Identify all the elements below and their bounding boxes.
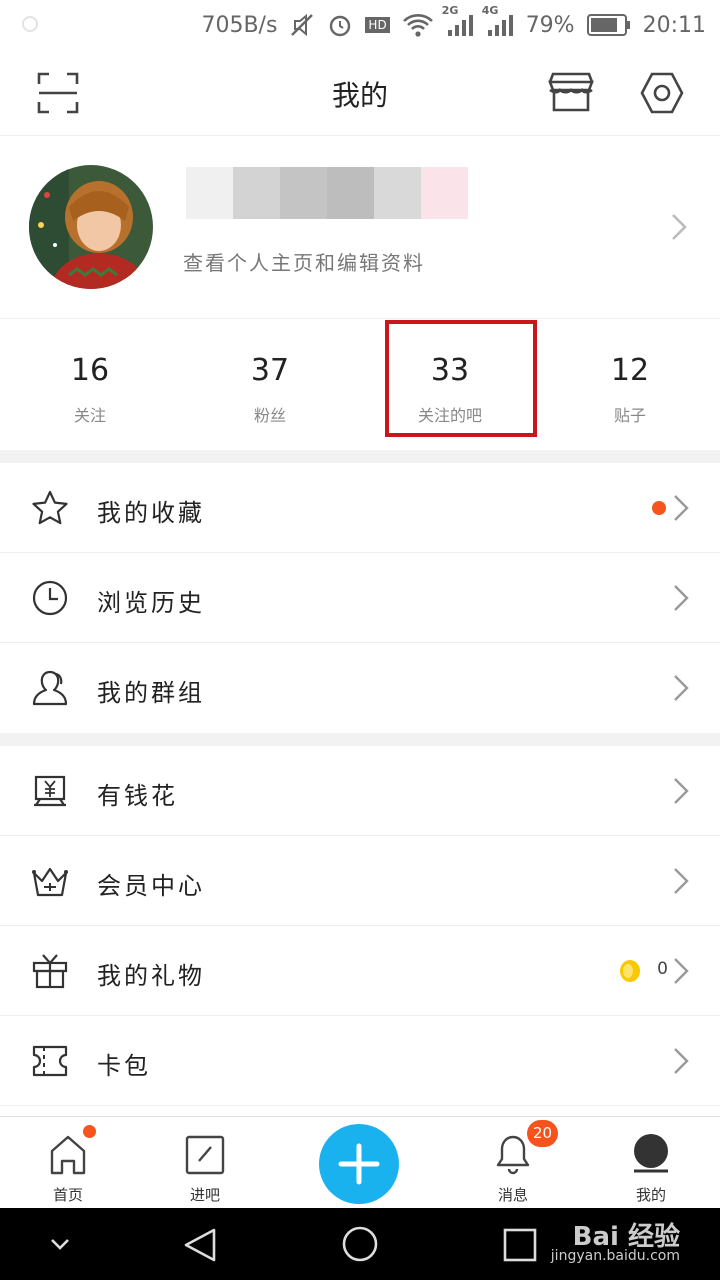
chevron-right-icon <box>670 583 692 613</box>
hd-icon: HD <box>365 17 390 33</box>
star-icon <box>30 488 70 528</box>
person-icon <box>30 668 70 708</box>
back-icon[interactable] <box>180 1226 220 1264</box>
stat-follows[interactable]: 16 关注 <box>0 319 180 450</box>
section-divider <box>0 733 720 746</box>
chevron-right-icon <box>670 956 692 986</box>
stat-label: 关注 <box>73 406 106 425</box>
tab-mine[interactable]: 我的 <box>591 1117 711 1209</box>
tab-home[interactable]: 首页 <box>8 1117 128 1209</box>
menu-item-card-wallet[interactable]: 卡包 <box>0 1016 720 1106</box>
app-header: 我的 <box>0 50 720 136</box>
battery-percent: 79% <box>525 12 575 38</box>
highlight-box <box>385 320 537 437</box>
wifi-icon <box>402 12 434 38</box>
settings-icon[interactable] <box>637 68 687 118</box>
clock-time: 20:11 <box>642 12 706 38</box>
stat-posts[interactable]: 12 贴子 <box>540 319 720 450</box>
gift-icon <box>30 951 70 991</box>
recents-icon[interactable] <box>502 1227 538 1263</box>
chevron-right-icon <box>670 673 692 703</box>
menu-label: 我的礼物 <box>97 962 205 990</box>
section-divider <box>0 450 720 463</box>
status-bar: 705B/s HD 2G 4G 79% 20:11 <box>0 0 720 50</box>
menu-label: 卡包 <box>97 1052 151 1080</box>
home-nav-icon[interactable] <box>340 1224 380 1264</box>
ticket-icon <box>30 1041 70 1081</box>
signal-2g-icon: 2G <box>442 4 474 38</box>
avatar[interactable] <box>29 165 153 289</box>
chevron-right-icon <box>668 212 690 242</box>
stats-row: 16 关注 37 粉丝 33 关注的吧 12 贴子 <box>0 318 720 450</box>
chevron-right-icon <box>670 1046 692 1076</box>
tab-enter-bar[interactable]: 进吧 <box>145 1117 265 1209</box>
stat-fans[interactable]: 37 粉丝 <box>180 319 360 450</box>
profile-edit-hint: 查看个人主页和编辑资料 <box>183 251 425 275</box>
mute-icon <box>289 12 315 38</box>
crown-icon <box>30 861 70 901</box>
battery-icon <box>586 13 631 37</box>
tab-label: 消息 <box>497 1186 528 1204</box>
tab-label: 进吧 <box>189 1186 220 1204</box>
coin-icon <box>618 959 642 983</box>
tab-label: 首页 <box>52 1186 83 1204</box>
system-nav-bar: Bai 经验 jingyan.baidu.com <box>0 1208 720 1280</box>
stat-count: 16 <box>70 353 110 388</box>
menu-item-groups[interactable]: 我的群组 <box>0 643 720 733</box>
chevron-right-icon <box>670 776 692 806</box>
page-title: 我的 <box>331 79 388 112</box>
chevron-right-icon <box>670 866 692 896</box>
stat-count: 37 <box>250 353 290 388</box>
menu-label: 我的群组 <box>97 679 205 707</box>
plus-icon <box>338 1143 380 1185</box>
tab-label: 我的 <box>635 1186 666 1204</box>
home-new-dot <box>83 1125 96 1138</box>
collapse-icon[interactable] <box>48 1234 72 1254</box>
stat-label: 贴子 <box>613 406 646 425</box>
menu-label: 浏览历史 <box>97 589 205 617</box>
coin-count: 0 <box>657 959 668 979</box>
menu-label: 会员中心 <box>97 872 205 900</box>
chevron-right-icon <box>670 493 692 523</box>
messages-badge: 20 <box>527 1120 558 1147</box>
profile-card[interactable]: 查看个人主页和编辑资料 <box>0 137 720 317</box>
username-blurred <box>186 167 468 219</box>
store-icon[interactable] <box>546 68 596 118</box>
money-icon <box>30 771 70 811</box>
clock-icon <box>30 578 70 618</box>
alarm-icon <box>327 12 353 38</box>
new-indicator-dot <box>652 501 666 515</box>
notification-dot-icon <box>22 16 38 32</box>
signal-4g-icon: 4G <box>482 4 514 38</box>
menu-item-gifts[interactable]: 我的礼物 0 <box>0 926 720 1016</box>
stat-label: 粉丝 <box>253 406 286 425</box>
network-speed: 705B/s <box>201 12 278 38</box>
post-button[interactable] <box>319 1124 399 1204</box>
menu-label: 我的收藏 <box>97 499 205 527</box>
menu-item-vip-center[interactable]: 会员中心 <box>0 836 720 926</box>
menu-label: 有钱花 <box>97 782 178 810</box>
watermark-url: jingyan.baidu.com <box>550 1248 680 1264</box>
menu-item-youqianhua[interactable]: 有钱花 <box>0 746 720 836</box>
menu-item-favorites[interactable]: 我的收藏 <box>0 463 720 553</box>
menu-item-history[interactable]: 浏览历史 <box>0 553 720 643</box>
stat-count: 12 <box>610 353 650 388</box>
